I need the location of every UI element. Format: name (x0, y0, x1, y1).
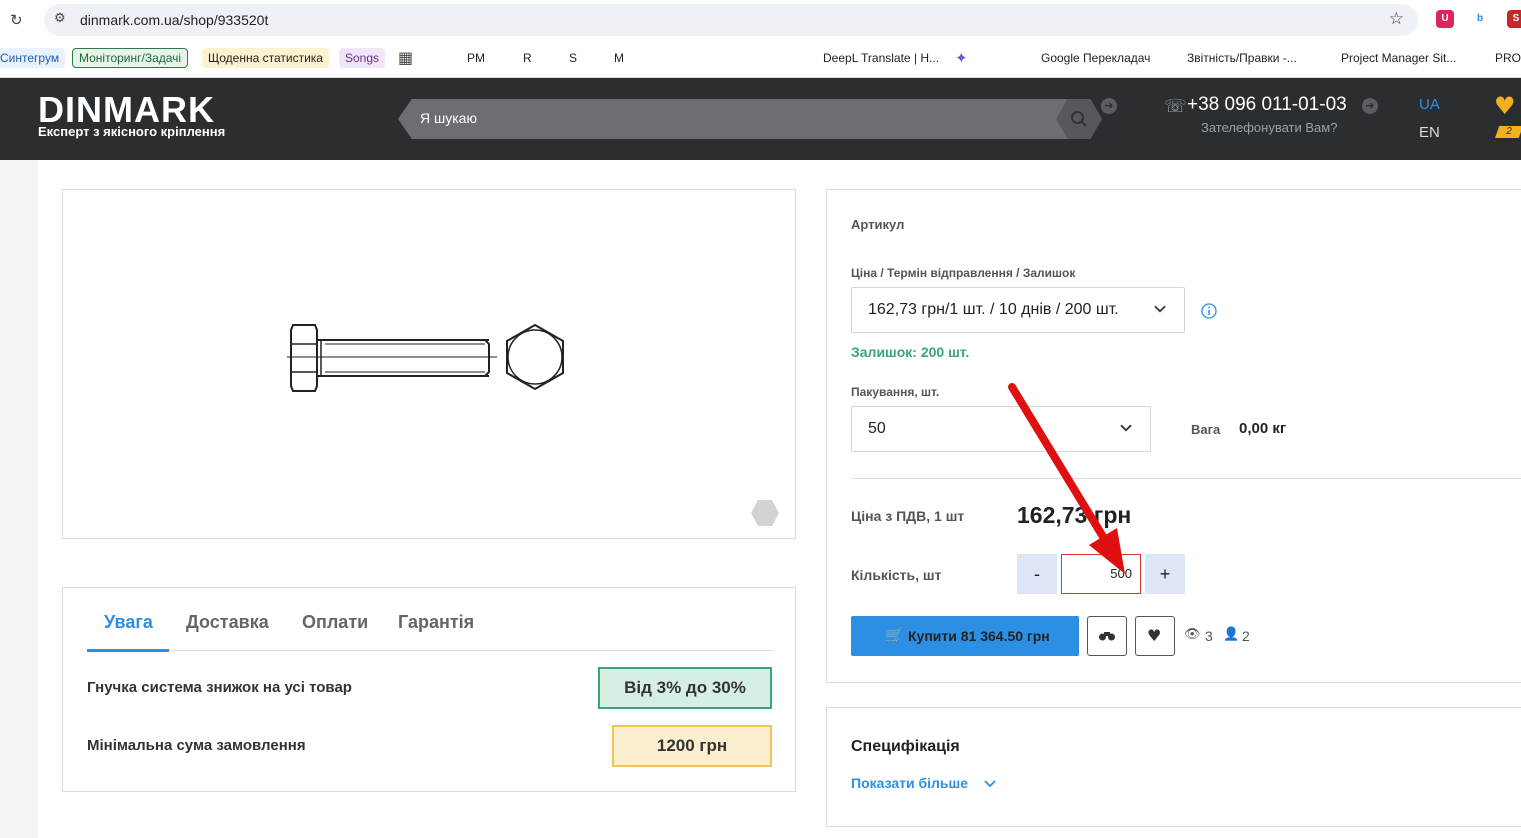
binoculars-icon (1099, 632, 1115, 641)
bookmark-item[interactable]: R (523, 48, 532, 68)
stock-status: Залишок: 200 шт. (851, 344, 970, 360)
packaging-select[interactable]: 50 (851, 406, 1151, 452)
tab-delivery[interactable]: Доставка (186, 612, 269, 633)
callback-link[interactable]: Зателефонувати Вам? (1201, 120, 1337, 135)
packaging-label: Пакування, шт. (851, 385, 940, 399)
browser-toolbar: ↻ ⚙ dinmark.com.ua/shop/933520t ☆ U b S (0, 0, 1521, 40)
bookmark-item[interactable]: PROJ (1495, 48, 1521, 68)
logo-tagline: Експерт з якісного кріплення (38, 124, 226, 139)
bookmark-item[interactable]: Щоденна статистика (202, 48, 329, 68)
quantity-increase-button[interactable]: + (1145, 554, 1185, 594)
price-vat-value: 162,73 грн (1017, 502, 1132, 528)
specification-title: Специфікація (851, 738, 960, 755)
bookmark-item[interactable]: DeepL Translate | H... (823, 48, 939, 68)
eye-icon: 👁 (1184, 627, 1201, 642)
buy-button-label: Купити 81 364.50 грн (908, 628, 1050, 644)
users-count: 2 (1242, 628, 1250, 644)
search-bar: Я шукаю (398, 99, 1104, 139)
site-header: DINMARK Експерт з якісного кріплення Я ш… (0, 78, 1521, 160)
site-info-icon[interactable]: ⚙ (54, 11, 66, 26)
bookmark-item[interactable]: Google Перекладач (1041, 48, 1150, 68)
price-term-value: 162,73 грн/1 шт. / 10 днів / 200 шт. (868, 301, 1119, 318)
tab-payments[interactable]: Оплати (302, 612, 368, 633)
article-label: Артикул (851, 217, 905, 232)
lang-en[interactable]: EN (1419, 124, 1440, 141)
price-term-select[interactable]: 162,73 грн/1 шт. / 10 днів / 200 шт. (851, 287, 1185, 333)
extension-icon[interactable]: S (1507, 10, 1521, 28)
bookmark-item[interactable]: S (569, 48, 577, 68)
apps-grid-icon[interactable]: ▦ (398, 48, 413, 68)
address-bar[interactable]: ⚙ dinmark.com.ua/shop/933520t ☆ (44, 4, 1418, 36)
search-icon (1071, 111, 1087, 127)
bookmark-item[interactable]: Project Manager Sit... (1341, 48, 1456, 68)
search-input[interactable]: Я шукаю (420, 110, 477, 126)
compare-button[interactable] (1087, 616, 1127, 656)
quantity-decrease-button[interactable]: - (1017, 554, 1057, 594)
bookmark-item[interactable]: Songs (339, 48, 386, 68)
wishlist-heart-icon[interactable]: ♥ (1494, 92, 1516, 120)
url-text[interactable]: dinmark.com.ua/shop/933520t (80, 12, 268, 28)
discount-badge: Від 3% до 30% (598, 667, 772, 709)
bookmark-item[interactable]: Синтегрум (0, 48, 66, 68)
bookmark-item[interactable]: Звітність/Правки -... (1187, 48, 1297, 68)
product-image-card (62, 189, 796, 539)
tab-warranty[interactable]: Гарантія (398, 612, 474, 633)
min-order-text: Мінімальна сума замовлення (87, 737, 306, 754)
bolt-drawing[interactable] (285, 320, 575, 400)
reload-icon[interactable]: ↻ (10, 11, 23, 29)
tab-attention[interactable]: Увага (104, 612, 153, 633)
packaging-value: 50 (868, 420, 886, 437)
user-icon: 👤 (1223, 627, 1240, 642)
phone-number[interactable]: +38 096 011-01-03 (1187, 94, 1347, 116)
bookmarks-bar: Синтегрум Моніторинг/Задачі Щоденна стат… (0, 40, 1521, 105)
quantity-input[interactable]: 500 (1061, 554, 1141, 594)
price-vat-label: Ціна з ПДВ, 1 шт (851, 508, 965, 524)
arrow-right-icon[interactable]: ➜ (1101, 98, 1117, 114)
bookmark-item[interactable]: Моніторинг/Задачі (72, 48, 189, 68)
tabs-divider (87, 650, 773, 651)
phone-icon: ☏ (1164, 96, 1187, 117)
price-term-label: Ціна / Термін відправлення / Залишок (851, 266, 1076, 280)
active-tab-indicator (87, 649, 169, 652)
info-icon[interactable] (1201, 303, 1217, 319)
gemini-icon[interactable]: ✦ (955, 48, 968, 68)
chevron-down-icon[interactable] (984, 780, 996, 788)
lang-ua[interactable]: UA (1419, 96, 1440, 113)
extension-icon[interactable]: U (1436, 10, 1454, 28)
discount-text: Гнучка система знижок на усі товар (87, 679, 352, 696)
chevron-down-icon (1154, 305, 1166, 313)
bookmark-item[interactable]: PM (467, 48, 485, 68)
specification-card: Специфікація Показати більше (826, 707, 1521, 827)
bookmark-item[interactable]: M (614, 48, 624, 68)
arrow-right-icon[interactable]: ➜ (1362, 98, 1378, 114)
weight-label: Вага (1191, 422, 1221, 437)
bookmark-star-icon[interactable]: ☆ (1389, 9, 1404, 29)
page-content: Увага Доставка Оплати Гарантія Гнучка си… (38, 160, 1521, 838)
wishlist-button[interactable]: ♥ (1135, 616, 1175, 656)
divider (851, 478, 1521, 479)
show-more-link[interactable]: Показати більше (851, 775, 968, 791)
buy-button[interactable]: 🛒 Купити 81 364.50 грн (851, 616, 1079, 656)
cart-icon: 🛒 (885, 626, 904, 644)
info-tabs-card: Увага Доставка Оплати Гарантія Гнучка си… (62, 587, 796, 792)
product-purchase-card: Артикул Ціна / Термін відправлення / Зал… (826, 189, 1521, 683)
wishlist-count-badge: 2 (1495, 126, 1521, 138)
search-field-background (398, 99, 1088, 139)
weight-value: 0,00 кг (1239, 420, 1287, 437)
min-order-badge: 1200 грн (612, 725, 772, 767)
heart-icon: ♥ (1147, 626, 1162, 645)
chevron-down-icon (1120, 424, 1132, 432)
zoom-icon[interactable] (751, 500, 779, 526)
extension-icon[interactable]: b (1471, 10, 1489, 28)
views-count: 3 (1205, 628, 1213, 644)
quantity-label: Кількість, шт (851, 567, 942, 583)
